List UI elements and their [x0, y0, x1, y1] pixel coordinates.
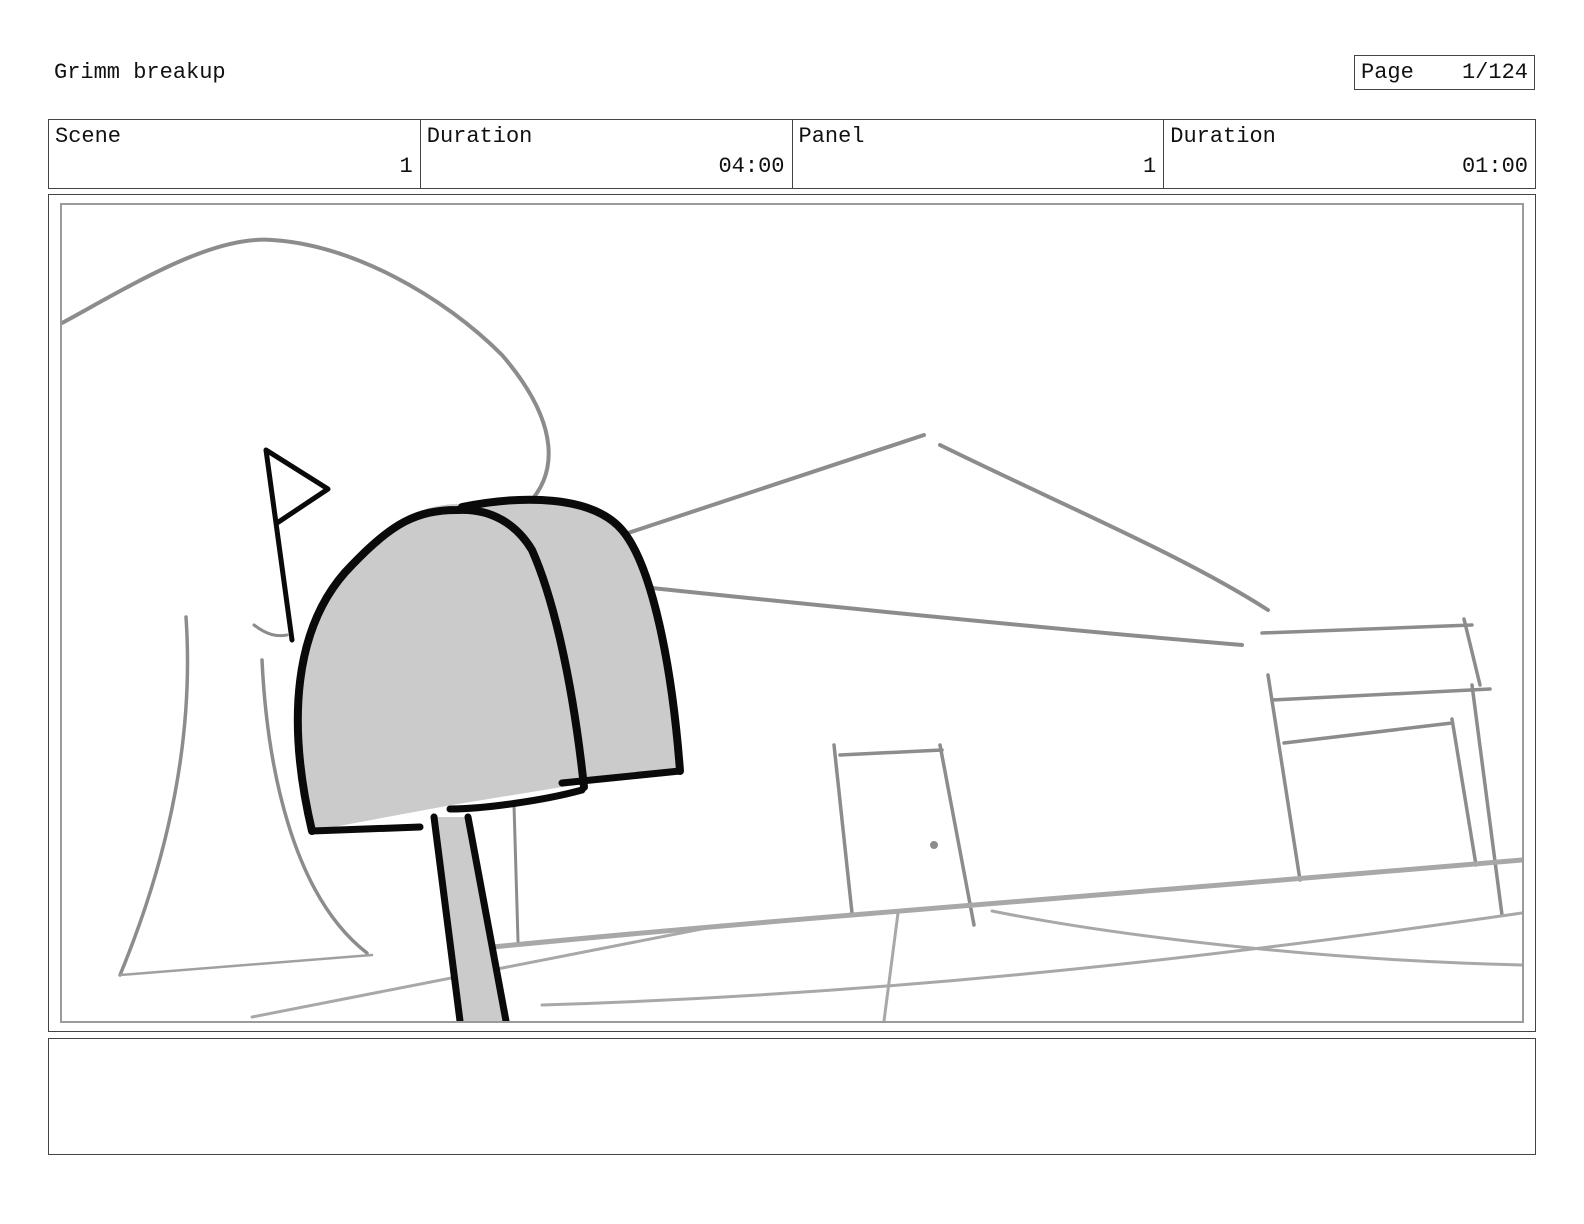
- scene-duration-value: 04:00: [718, 154, 785, 179]
- scene-duration-cell: Duration 04:00: [421, 120, 793, 188]
- driveway-right-sketch: [990, 909, 1522, 967]
- panel-duration-cell: Duration 01:00: [1164, 120, 1535, 188]
- panel-info-row: Scene 1 Duration 04:00 Panel 1 Duration …: [48, 119, 1536, 189]
- tree-canopy-sketch: [62, 237, 551, 507]
- panel-notes-box[interactable]: [48, 1038, 1536, 1155]
- project-title: Grimm breakup: [54, 60, 226, 85]
- door-knob-sketch: [930, 841, 938, 849]
- storyboard-panel: [48, 194, 1536, 1032]
- tree-trunk-left-sketch: [118, 615, 190, 977]
- scene-value: 1: [399, 154, 413, 179]
- house-eave-sketch: [640, 585, 1244, 647]
- house-roof-left-sketch: [620, 433, 926, 537]
- page-indicator: Page 1/124: [1354, 55, 1535, 90]
- page-label: Page: [1361, 60, 1414, 85]
- walkway-sketch: [882, 911, 900, 1021]
- scene-cell: Scene 1: [49, 120, 421, 188]
- sketch-drawing: [62, 237, 1522, 1021]
- panel-label: Panel: [798, 124, 865, 149]
- panel-value: 1: [1143, 154, 1157, 179]
- scene-label: Scene: [55, 124, 122, 149]
- scene-duration-label: Duration: [426, 124, 533, 149]
- panel-cell: Panel 1: [793, 120, 1165, 188]
- house-roof-right-sketch: [938, 443, 1270, 612]
- page-number: 1/124: [1461, 60, 1528, 85]
- house-door-sketch: [832, 743, 976, 927]
- panel-duration-value: 01:00: [1461, 154, 1528, 179]
- tree-ground-sketch: [118, 953, 374, 977]
- mailbox-body: [297, 500, 680, 831]
- panel-drawing-area: [60, 203, 1524, 1023]
- tree-post-line-sketch: [512, 803, 520, 943]
- tree-canopy-lower-sketch: [252, 623, 289, 638]
- panel-duration-label: Duration: [1170, 124, 1276, 149]
